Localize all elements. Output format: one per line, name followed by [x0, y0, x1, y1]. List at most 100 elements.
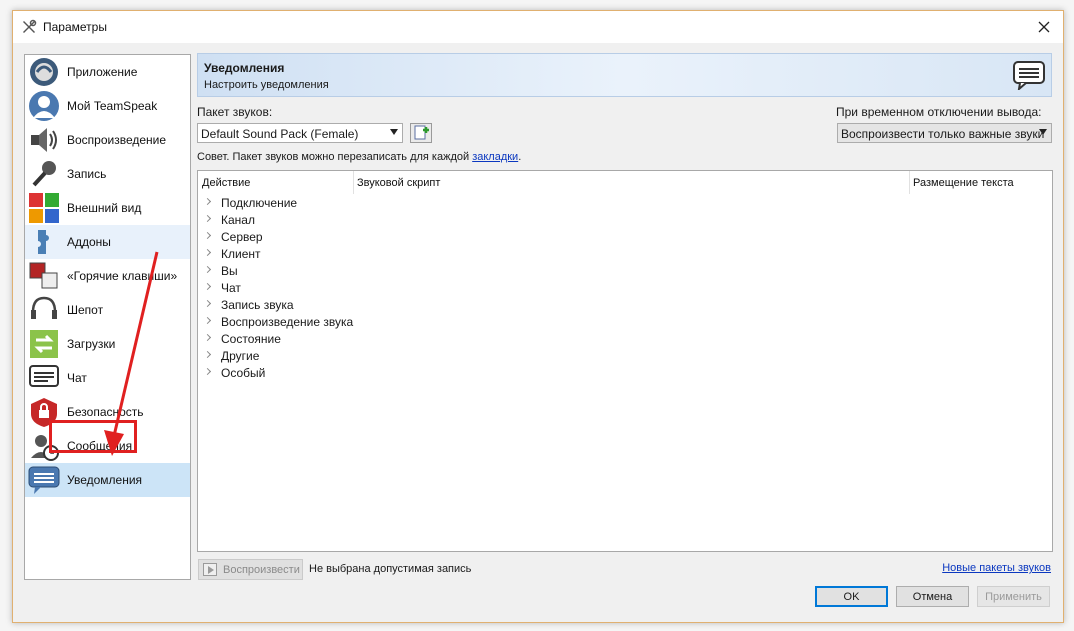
chevron-right-icon[interactable] — [203, 367, 212, 376]
tree-row[interactable]: Подключение — [198, 195, 1052, 212]
notifications-icon — [1013, 61, 1045, 90]
bookmarks-link[interactable]: закладки — [472, 151, 518, 163]
column-header-action[interactable]: Действие — [198, 171, 353, 194]
sound-pack-value: Default Sound Pack (Female) — [201, 127, 359, 141]
tree-row-label: Вы — [221, 264, 238, 278]
sound-pack-tip: Совет. Пакет звуков можно перезаписать д… — [197, 151, 521, 163]
sidebar-item-notifications[interactable]: Уведомления — [25, 463, 190, 497]
sidebar-item-puzzle-piece[interactable]: Аддоны — [25, 225, 190, 259]
sidebar-item-teamspeak-logo[interactable]: Приложение — [25, 55, 190, 89]
tree-row[interactable]: Состояние — [198, 331, 1052, 348]
sidebar-item-label: Загрузки — [67, 337, 116, 351]
chevron-right-icon[interactable] — [203, 316, 212, 325]
color-palette-icon — [29, 193, 59, 223]
chevron-right-icon[interactable] — [203, 265, 212, 274]
column-header-text-placement[interactable]: Размещение текста — [909, 171, 1052, 194]
settings-sidebar: Приложение Мой TeamSpeak Воспроизведение За… — [24, 54, 191, 580]
notifications-tree: Действие Звуковой скрипт Размещение текс… — [197, 170, 1053, 552]
page-subtitle: Настроить уведомления — [204, 79, 329, 91]
tree-row[interactable]: Другие — [198, 348, 1052, 365]
chevron-right-icon[interactable] — [203, 248, 212, 257]
tree-row-label: Канал — [221, 213, 255, 227]
sidebar-item-user-avatar[interactable]: Мой TeamSpeak — [25, 89, 190, 123]
sidebar-item-chat[interactable]: Чат — [25, 361, 190, 395]
annotation-highlight-box — [49, 420, 137, 453]
sidebar-item-label: «Горячие клавиши» — [67, 269, 178, 283]
add-sound-pack-button[interactable] — [410, 123, 432, 143]
column-header-sound-script[interactable]: Звуковой скрипт — [353, 171, 909, 194]
tree-row-label: Подключение — [221, 196, 298, 210]
tree-row-label: Другие — [221, 349, 260, 363]
tree-row[interactable]: Воспроизведение звука — [198, 314, 1052, 331]
puzzle-piece-icon — [38, 230, 49, 254]
notifications-icon — [28, 466, 60, 494]
apply-button[interactable]: Применить — [977, 586, 1050, 607]
headset-icon — [31, 296, 57, 319]
play-button-label: Воспроизвести — [223, 564, 300, 576]
add-pack-icon — [414, 125, 429, 140]
chevron-right-icon[interactable] — [203, 282, 212, 291]
chevron-right-icon[interactable] — [203, 231, 212, 240]
cancel-button[interactable]: Отмена — [896, 586, 969, 607]
mute-output-label: При временном отключении вывода: — [836, 105, 1042, 119]
close-icon — [1038, 21, 1050, 33]
page-header: Уведомления Настроить уведомления — [197, 53, 1052, 97]
tree-row-label: Особый — [221, 366, 266, 380]
tree-row-label: Воспроизведение звука — [221, 315, 354, 329]
sidebar-item-label: Чат — [67, 371, 87, 385]
chevron-down-icon — [1039, 129, 1047, 135]
settings-window: Параметры Приложение Мой TeamSpeak Воспрои… — [12, 10, 1064, 623]
tools-icon — [23, 19, 37, 33]
chevron-right-icon[interactable] — [203, 214, 212, 223]
sound-pack-select[interactable]: Default Sound Pack (Female) — [197, 123, 403, 143]
sidebar-item-label: Безопасность — [67, 405, 144, 419]
sidebar-item-label: Шепот — [67, 303, 104, 317]
page-title: Уведомления — [204, 61, 285, 75]
hotkeys-icon — [29, 262, 58, 289]
new-sound-packs-link[interactable]: Новые пакеты звуков — [942, 562, 1051, 574]
sidebar-item-label: Приложение — [67, 65, 138, 79]
sidebar-item-headset[interactable]: Шепот — [25, 293, 190, 327]
chevron-right-icon[interactable] — [203, 197, 212, 206]
sidebar-item-hotkeys[interactable]: «Горячие клавиши» — [25, 259, 190, 293]
sidebar-item-label: Воспроизведение — [67, 133, 167, 147]
sidebar-item-color-palette[interactable]: Внешний вид — [25, 191, 190, 225]
ok-button[interactable]: OK — [815, 586, 888, 607]
close-button[interactable] — [1031, 15, 1057, 39]
tree-row[interactable]: Канал — [198, 212, 1052, 229]
tree-row[interactable]: Особый — [198, 365, 1052, 382]
tree-row[interactable]: Клиент — [198, 246, 1052, 263]
tree-row-label: Запись звука — [221, 298, 294, 312]
selection-status: Не выбрана допустимая запись — [309, 563, 472, 575]
tree-row[interactable]: Запись звука — [198, 297, 1052, 314]
sidebar-item-label: Уведомления — [67, 473, 143, 487]
chevron-right-icon[interactable] — [203, 350, 212, 359]
tree-row-label: Состояние — [221, 332, 281, 346]
tree-row-label: Клиент — [221, 247, 261, 261]
chat-icon — [29, 365, 59, 387]
teamspeak-logo-icon — [30, 58, 58, 86]
sidebar-item-speaker[interactable]: Воспроизведение — [25, 123, 190, 157]
mute-output-value: Воспроизвести только важные звуки — [841, 127, 1045, 141]
sidebar-item-microphone[interactable]: Запись — [25, 157, 190, 191]
microphone-icon — [32, 161, 56, 187]
tree-row[interactable]: Сервер — [198, 229, 1052, 246]
play-icon — [203, 563, 217, 576]
sidebar-item-label: Запись — [67, 167, 107, 181]
sidebar-item-transfer[interactable]: Загрузки — [25, 327, 190, 361]
tree-row-label: Сервер — [221, 230, 263, 244]
tree-row-label: Чат — [221, 281, 241, 295]
window-title: Параметры — [43, 20, 107, 34]
play-button[interactable]: Воспроизвести — [198, 559, 303, 580]
mute-output-select[interactable]: Воспроизвести только важные звуки — [837, 123, 1052, 143]
user-avatar-icon — [29, 91, 59, 121]
tree-row[interactable]: Вы — [198, 263, 1052, 280]
tree-row[interactable]: Чат — [198, 280, 1052, 297]
chevron-right-icon[interactable] — [203, 299, 212, 308]
sidebar-item-label: Внешний вид — [67, 201, 142, 215]
tip-text: Совет. Пакет звуков можно перезаписать д… — [197, 151, 473, 163]
chevron-down-icon — [390, 129, 398, 135]
transfer-icon — [30, 330, 58, 358]
chevron-right-icon[interactable] — [203, 333, 212, 342]
tip-end: . — [518, 151, 522, 163]
